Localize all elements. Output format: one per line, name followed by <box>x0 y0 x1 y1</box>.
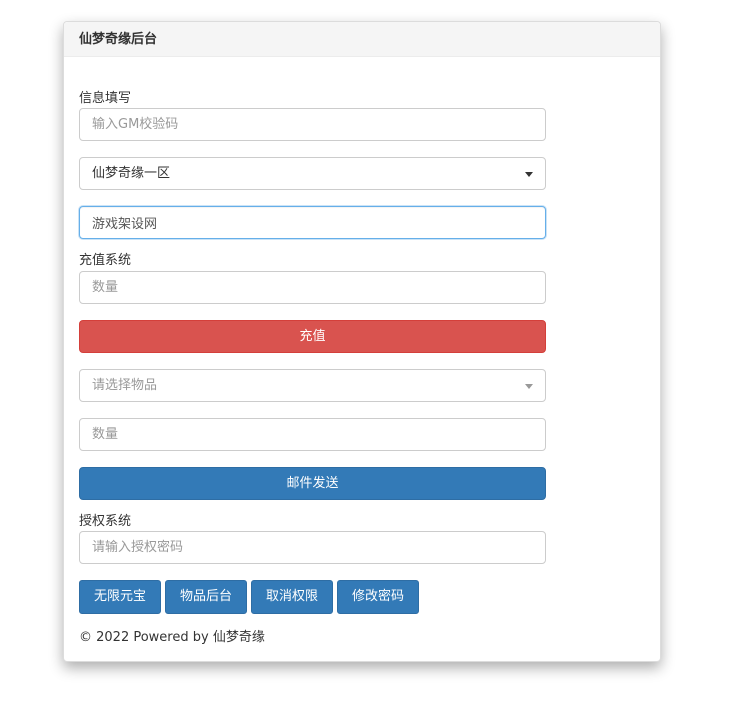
item-select-placeholder: 请选择物品 <box>92 378 158 393</box>
gm-code-input[interactable] <box>79 108 546 141</box>
auth-section-label: 授权系统 <box>79 514 132 529</box>
server-select-value: 仙梦奇缘一区 <box>92 166 171 181</box>
revoke-permission-button[interactable]: 取消权限 <box>251 580 333 614</box>
server-select[interactable]: 仙梦奇缘一区 <box>79 157 546 190</box>
caret-down-icon <box>525 384 533 389</box>
caret-down-icon <box>525 172 533 177</box>
account-input[interactable] <box>79 206 546 239</box>
mail-send-button[interactable]: 邮件发送 <box>79 467 546 500</box>
panel-title: 仙梦奇缘后台 <box>64 22 660 57</box>
recharge-button[interactable]: 充值 <box>79 320 546 353</box>
change-password-button[interactable]: 修改密码 <box>337 580 419 614</box>
recharge-amount-input[interactable] <box>79 271 546 304</box>
footer-copyright: © 2022 Powered by 仙梦奇缘 <box>79 630 265 645</box>
recharge-section-label: 充值系统 <box>79 253 132 268</box>
auth-password-input[interactable] <box>79 531 546 564</box>
mail-quantity-input[interactable] <box>79 418 546 451</box>
unlimited-ingot-button[interactable]: 无限元宝 <box>79 580 161 614</box>
item-select[interactable]: 请选择物品 <box>79 369 546 402</box>
item-backend-button[interactable]: 物品后台 <box>165 580 247 614</box>
admin-panel: 仙梦奇缘后台 信息填写 仙梦奇缘一区 充值系统 充值 请选择物品 邮件发送 授权… <box>63 21 661 662</box>
info-section-label: 信息填写 <box>79 91 132 106</box>
